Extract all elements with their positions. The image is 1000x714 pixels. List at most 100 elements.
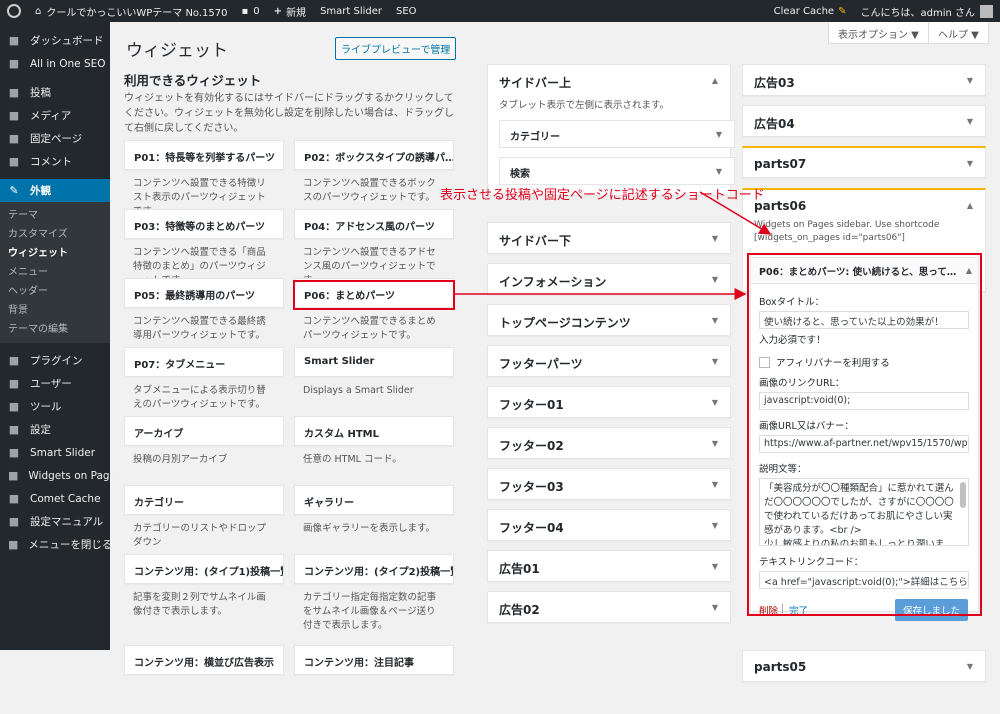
available-widget[interactable]: P07：タブメニュー [124,347,284,377]
collapse-arrow-icon[interactable]: ▲ [712,76,718,85]
expand-arrow-icon[interactable]: ▼ [712,439,718,448]
available-widget[interactable]: P01：特長等を列挙するパーツ [124,140,284,170]
expand-arrow-icon[interactable]: ▼ [712,275,718,284]
sidebar-area[interactable]: 広告04 ▼ [742,105,986,137]
collapse-arrow-icon[interactable]: ▲ [967,201,973,210]
menu-item-top-0[interactable]: ■ ダッシュボード [0,29,110,52]
sidebar-top[interactable]: サイドバー上 ▲ タブレット表示で左側に表示されます。 カテゴリー ▼ 検索 ▼ [487,64,735,196]
expand-arrow-icon[interactable]: ▼ [712,234,718,243]
account-link[interactable]: こんにちは、admin さん [853,0,1000,22]
menu-item-bottom-4[interactable]: ■ Smart Slider [0,441,110,464]
new-content-link[interactable]: + 新規 [267,0,313,22]
available-widget[interactable]: P05：最終誘導用のパーツ [124,278,284,308]
menu-item-mid-1[interactable]: ■ メディア [0,104,110,127]
site-name-link[interactable]: ⌂ クールでかっこいいWPテーマ No.1570 [28,0,235,22]
menu-item-bottom-3[interactable]: ■ 設定 [0,418,110,441]
sidebar-area[interactable]: 広告03 ▼ [742,64,986,96]
widget-title: コンテンツ用：(タイプ1)投稿一覧 [134,567,284,578]
sidebar-area[interactable]: parts07 ▼ [742,146,986,178]
sidebar-title: サイドバー上 [499,76,572,90]
menu-item-appearance[interactable]: ✎ 外観 [0,179,110,202]
sidebar-area[interactable]: フッター03 ▼ [487,468,731,500]
page-icon: ■ [8,132,20,145]
available-widget[interactable]: コンテンツ用：(タイプ2)投稿一覧 [294,554,454,584]
menu-item-bottom-2[interactable]: ■ ツール [0,395,110,418]
menu-item-mid-2[interactable]: ■ 固定ページ [0,127,110,150]
available-widgets-title: 利用できるウィジェット [124,73,262,88]
menu-label: All in One SEO [30,57,106,70]
available-widget[interactable]: カスタム HTML [294,416,454,446]
sidebar-title: 広告02 [499,603,540,617]
highlight-box-form [747,253,982,616]
expand-arrow-icon[interactable]: ▼ [716,167,722,176]
wp-logo-button[interactable] [0,0,28,22]
menu-item-bottom-7[interactable]: ■ 設定マニュアル [0,510,110,533]
expand-arrow-icon[interactable]: ▼ [712,316,718,325]
submenu-item-0[interactable]: テーマ [0,206,110,225]
expand-arrow-icon[interactable]: ▼ [712,480,718,489]
available-widget[interactable]: P02：ボックスタイプの誘導パ… [294,140,454,170]
menu-item-bottom-1[interactable]: ■ ユーザー [0,372,110,395]
available-widget[interactable]: Smart Slider [294,347,454,377]
menu-item-bottom-6[interactable]: ■ Comet Cache [0,487,110,510]
expand-arrow-icon[interactable]: ▼ [712,521,718,530]
expand-arrow-icon[interactable]: ▼ [712,562,718,571]
expand-arrow-icon[interactable]: ▼ [712,398,718,407]
broom-icon: ✎ [838,5,847,17]
expand-arrow-icon[interactable]: ▼ [967,117,973,126]
menu-item-bottom-8[interactable]: ■ メニューを閉じる [0,533,112,556]
menu-item-mid-0[interactable]: ■ 投稿 [0,81,110,104]
sidebar-area[interactable]: インフォメーション ▼ [487,263,731,295]
expand-arrow-icon[interactable]: ▼ [712,603,718,612]
sidebar-area[interactable]: フッター02 ▼ [487,427,731,459]
greeting: こんにちは、admin さん [860,7,975,19]
clear-cache-link[interactable]: Clear Cache ✎ [767,0,854,22]
available-widget[interactable]: アーカイブ [124,416,284,446]
menu-item-bottom-0[interactable]: ■ プラグイン [0,349,110,372]
screen-options-button[interactable]: 表示オプション ▼ [828,22,929,44]
seo-link[interactable]: SEO [389,0,424,22]
submenu-item-1[interactable]: カスタマイズ [0,225,110,244]
sidebar-area[interactable]: 広告01 ▼ [487,550,731,582]
expand-arrow-icon[interactable]: ▼ [716,130,722,139]
comment-count: 0 [253,5,260,17]
available-widget[interactable]: カテゴリー [124,485,284,515]
sidebar-area[interactable]: トップページコンテンツ ▼ [487,304,731,336]
sidebar-area[interactable]: フッター01 ▼ [487,386,731,418]
help-button[interactable]: ヘルプ ▼ [928,22,989,44]
submenu-item-4[interactable]: ヘッダー [0,282,110,301]
menu-item-mid-3[interactable]: ■ コメント [0,150,110,173]
annotation-text: 表示させる投稿や固定ページに記述するショートコード [440,188,765,203]
available-widget[interactable]: ギャラリー [294,485,454,515]
pin-icon: ■ [8,86,20,99]
manual-icon: ■ [8,515,20,528]
sidebar-area[interactable]: フッター04 ▼ [487,509,731,541]
available-widget[interactable]: コンテンツ用：(タイプ1)投稿一覧 [124,554,284,584]
widget-title: カスタム HTML [304,429,379,440]
expand-arrow-icon[interactable]: ▼ [967,159,973,168]
sidebar-area[interactable]: 広告02 ▼ [487,591,731,623]
smart-slider-link[interactable]: Smart Slider [313,0,389,22]
seo-icon: ■ [8,57,20,70]
menu-item-bottom-5[interactable]: ■ Widgets on Pages [0,464,122,487]
widget-search[interactable]: 検索 ▼ [499,157,735,185]
sidebar-title: 広告04 [754,117,795,131]
available-widget[interactable]: P04：アドセンス風のパーツ [294,209,454,239]
sidebar-area[interactable]: フッターパーツ ▼ [487,345,731,377]
available-widget[interactable]: P03：特徴等のまとめパーツ [124,209,284,239]
widget-description: タブメニューによる表示切り替えのパーツウィジェットです。 [133,385,266,410]
submenu-item-5[interactable]: 背景 [0,301,110,320]
submenu-item-6[interactable]: テーマの編集 [0,320,110,339]
sidebar-parts05[interactable]: parts05 ▼ [742,650,986,682]
expand-arrow-icon[interactable]: ▼ [712,357,718,366]
menu-item-top-1[interactable]: ■ All in One SEO [0,52,110,75]
expand-arrow-icon[interactable]: ▼ [967,76,973,85]
sidebar-title: サイドバー下 [499,234,572,248]
live-preview-button[interactable]: ライブプレビューで管理 [335,37,457,60]
submenu-item-2[interactable]: ウィジェット [0,244,110,263]
submenu-item-3[interactable]: メニュー [0,263,110,282]
widget-category[interactable]: カテゴリー ▼ [499,120,735,148]
expand-arrow-icon[interactable]: ▼ [967,662,973,671]
sidebar-area[interactable]: サイドバー下 ▼ [487,222,731,254]
comments-link[interactable]: ▪ 0 [235,0,267,22]
